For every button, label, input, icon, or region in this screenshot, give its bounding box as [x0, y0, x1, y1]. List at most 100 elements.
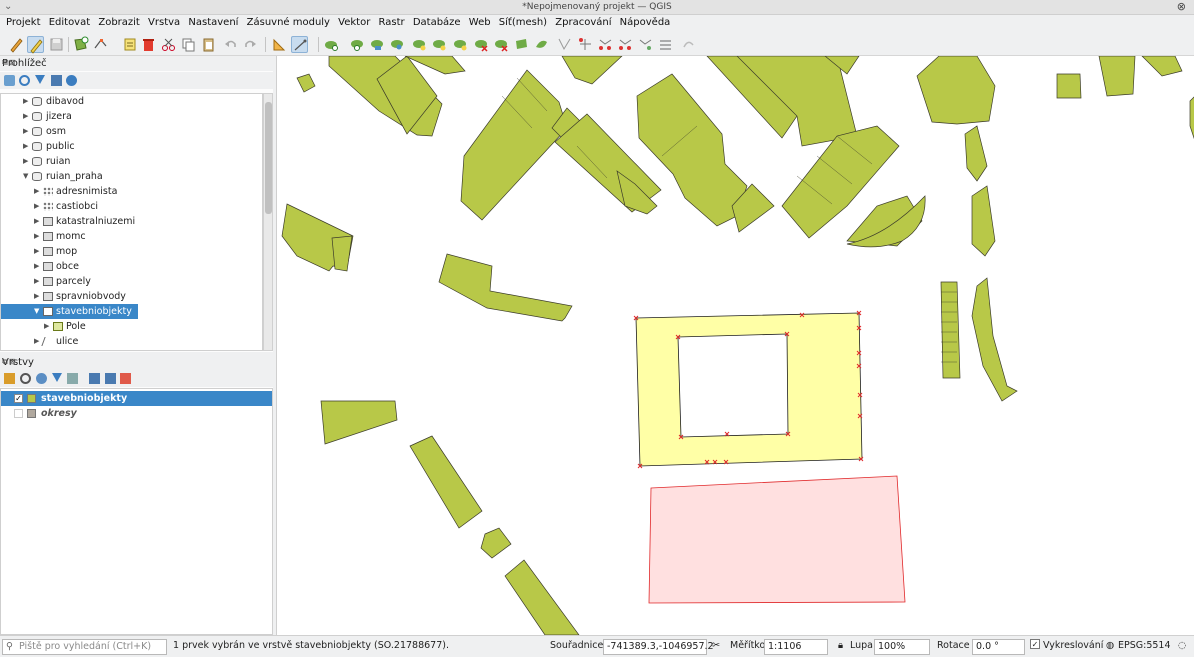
browser-item[interactable]: ▶ parcely: [1, 274, 262, 289]
expand-arrow-icon[interactable]: ▶: [34, 274, 39, 289]
coordinate-field[interactable]: -741389.3,-1046957.2: [603, 639, 714, 655]
lock-scale-icon[interactable]: 🔒︎: [838, 640, 843, 651]
expand-arrow-icon[interactable]: ▶: [23, 139, 28, 154]
rotation-spinbox[interactable]: 0.0 °: [972, 639, 1025, 655]
collapse-arrow-icon[interactable]: ▼: [34, 304, 39, 319]
browser-item[interactable]: ▶ katastralniuzemi: [1, 214, 262, 229]
collapse-arrow-icon[interactable]: ▼: [23, 169, 28, 184]
scale-combobox[interactable]: 1:1106: [764, 639, 828, 655]
browser-item[interactable]: ▶ castiobci: [1, 199, 262, 214]
expand-arrow-icon[interactable]: ▶: [44, 319, 49, 334]
add-layers-icon[interactable]: [4, 75, 15, 86]
browser-item[interactable]: ▼ ruian_praha: [1, 169, 262, 184]
browser-item[interactable]: ▶ adresnimista: [1, 184, 262, 199]
browser-item[interactable]: ▶ public: [1, 139, 262, 154]
menu-databaze[interactable]: Databáze: [407, 15, 461, 28]
fill-ring-icon[interactable]: [369, 36, 386, 53]
expand-arrow-icon[interactable]: ▶: [34, 289, 39, 304]
split-features-icon[interactable]: [493, 36, 510, 53]
add-polygon-feature-icon[interactable]: [72, 36, 89, 53]
menu-nastaveni[interactable]: Nastavení: [182, 15, 238, 28]
menu-vrstva[interactable]: Vrstva: [142, 15, 180, 28]
expand-arrow-icon[interactable]: ▶: [23, 124, 28, 139]
layer-visibility-checkbox[interactable]: ✓: [14, 394, 23, 403]
map-canvas[interactable]: [276, 56, 1194, 635]
toggle-editing-icon[interactable]: [27, 36, 44, 54]
layer-visibility-checkbox[interactable]: [14, 409, 23, 418]
crs-button[interactable]: EPSG:5514: [1118, 640, 1171, 651]
browser-item[interactable]: ▶ ulice: [1, 334, 262, 349]
locator-search-input[interactable]: ⚲ Piště pro vyhledání (Ctrl+K): [2, 639, 167, 655]
offset-point-icon[interactable]: [577, 36, 594, 53]
delete-ring-icon[interactable]: [411, 36, 428, 53]
copy-features-icon[interactable]: [180, 36, 197, 53]
expand-arrow-icon[interactable]: ▶: [23, 94, 28, 109]
scrollbar-thumb[interactable]: [265, 102, 272, 214]
split-parts-icon[interactable]: [513, 36, 530, 53]
browser-scrollbar[interactable]: [263, 93, 273, 351]
delete-part-icon[interactable]: [431, 36, 448, 53]
modify-attributes-icon[interactable]: [122, 36, 139, 53]
menu-rastr[interactable]: Rastr: [373, 15, 405, 28]
expand-arrow-icon[interactable]: ▶: [34, 259, 39, 274]
browser-item[interactable]: ▶ dibavod: [1, 94, 262, 109]
advanced-digitizing-icon[interactable]: [271, 36, 288, 53]
trim-extend-icon[interactable]: [597, 36, 614, 53]
menu-web[interactable]: Web: [463, 15, 491, 28]
node-tool-icon[interactable]: [617, 36, 634, 53]
menu-editovat[interactable]: Editovat: [43, 15, 90, 28]
browser-item-partial[interactable]: [1, 349, 262, 350]
panel-float-close-icon[interactable]: ⧉⊠: [2, 357, 271, 367]
filter-by-expression-icon[interactable]: [67, 373, 78, 384]
expand-arrow-icon[interactable]: ▶: [34, 214, 39, 229]
messages-icon[interactable]: ◌: [1178, 640, 1186, 651]
merge-features-icon[interactable]: [533, 36, 550, 53]
layer-styling-icon[interactable]: [4, 373, 15, 384]
rotate-label-icon[interactable]: [680, 36, 697, 53]
expand-arrow-icon[interactable]: ▶: [34, 184, 39, 199]
rotate-point-symbols-icon[interactable]: [556, 36, 573, 53]
expand-arrow-icon[interactable]: ▶: [34, 229, 39, 244]
simplify-feature-icon[interactable]: [473, 36, 490, 53]
menu-zpracovani[interactable]: Zpracování: [549, 15, 611, 28]
close-window-icon[interactable]: ⊗: [1177, 0, 1186, 13]
filter-icon[interactable]: [35, 75, 45, 84]
add-group-icon[interactable]: [20, 373, 31, 384]
filter-legend-icon[interactable]: [52, 373, 62, 382]
align-icon[interactable]: [657, 36, 674, 53]
crs-globe-icon[interactable]: ◍: [1106, 640, 1114, 651]
browser-item[interactable]: ▶ osm: [1, 124, 262, 139]
reverse-line-icon[interactable]: [637, 36, 654, 53]
menu-vektor[interactable]: Vektor: [332, 15, 370, 28]
layer-row-okresy[interactable]: okresy: [1, 406, 272, 421]
menu-sit-mesh[interactable]: Síť(mesh): [493, 15, 547, 28]
expand-arrow-icon[interactable]: ▶: [34, 244, 39, 259]
vertex-tool-icon[interactable]: [92, 36, 109, 53]
layer-row-stavebniobjekty[interactable]: ✓ stavebniobjekty: [1, 391, 272, 406]
browser-item[interactable]: ▶ momc: [1, 229, 262, 244]
delete-selected-icon[interactable]: [140, 36, 157, 53]
add-ring-icon[interactable]: [323, 36, 340, 53]
save-edits-icon[interactable]: [48, 36, 65, 53]
menu-zasuvne-moduly[interactable]: Zásuvné moduly: [241, 15, 330, 28]
browser-item[interactable]: ▼ stavebniobjekty: [1, 304, 138, 319]
menu-zobrazit[interactable]: Zobrazit: [92, 15, 140, 28]
reshape-icon[interactable]: [389, 36, 406, 53]
streaming-digitizing-icon[interactable]: [291, 36, 308, 53]
browser-item[interactable]: ▶ Pole: [1, 319, 262, 334]
browser-item[interactable]: ▶ spravniobvody: [1, 289, 262, 304]
coordinate-toggle-icon[interactable]: ✂: [712, 640, 720, 651]
remove-layer-icon[interactable]: [120, 373, 131, 384]
paste-features-icon[interactable]: [200, 36, 217, 53]
undo-icon[interactable]: [222, 36, 239, 53]
expand-arrow-icon[interactable]: ▶: [34, 334, 39, 349]
current-edits-icon[interactable]: [8, 36, 25, 53]
browser-item[interactable]: ▶ mop: [1, 244, 262, 259]
offset-curve-icon[interactable]: [452, 36, 469, 53]
redo-icon[interactable]: [242, 36, 259, 53]
browser-item[interactable]: ▶ jizera: [1, 109, 262, 124]
menu-projekt[interactable]: Projekt: [0, 15, 41, 28]
refresh-icon[interactable]: [19, 75, 30, 86]
menu-napoveda[interactable]: Nápověda: [614, 15, 671, 28]
panel-float-close-icon[interactable]: ⧉⊠: [2, 58, 271, 68]
